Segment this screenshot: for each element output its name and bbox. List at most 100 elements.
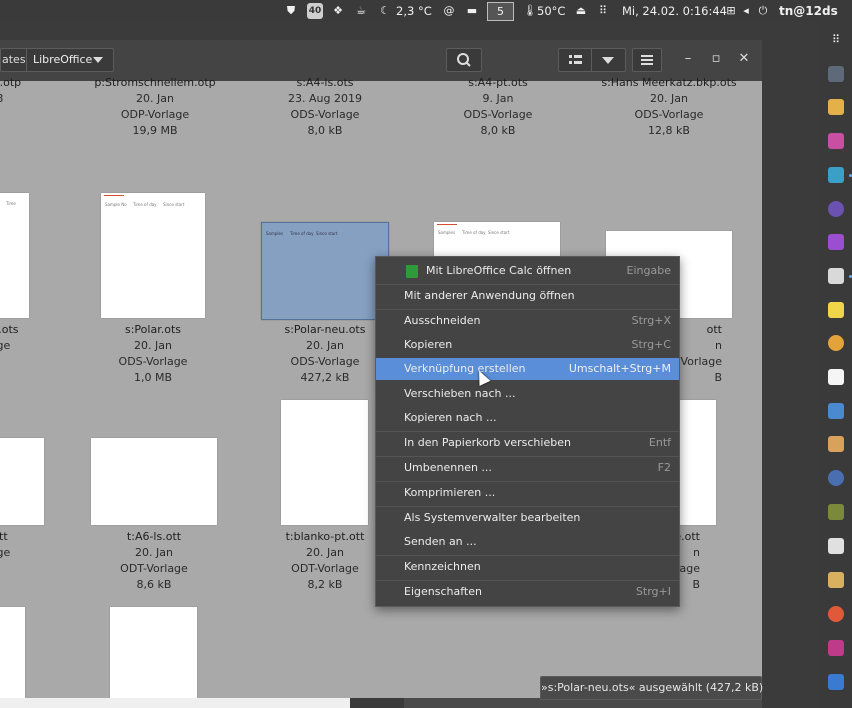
- breadcrumb-parent[interactable]: ates: [1, 49, 26, 71]
- menu-item-send-to[interactable]: Senden an ...: [376, 531, 679, 553]
- file-thumbnail[interactable]: Sample No Time of day Since start: [101, 193, 205, 318]
- file-thumbnail[interactable]: [0, 438, 44, 525]
- menu-item-open-calc[interactable]: Mit LibreOffice Calc öffnen Eingabe: [376, 260, 679, 282]
- top-panel: ⛊ 40 ❖ ☕ ☾ 2,3 °C @ ▬ 5 🌡 50°C ⏏ ⠿ Mi, 2…: [0, 0, 852, 22]
- moon-icon[interactable]: ☾: [378, 3, 392, 19]
- editor-icon[interactable]: [828, 133, 844, 149]
- file-item[interactable]: s:Hans Meerkatz.bkp.ots 20. Jan ODS-Vorl…: [594, 75, 744, 139]
- dropbox-icon[interactable]: ❖: [331, 3, 345, 19]
- file-type: ODS-Vorlage: [463, 108, 533, 121]
- menu-item-trash[interactable]: In den Papierkorb verschieben Entf: [376, 432, 679, 454]
- file-thumbnail[interactable]: [91, 438, 217, 525]
- menu-item-label: Ausschneiden: [404, 314, 481, 327]
- archive-icon[interactable]: [828, 436, 844, 452]
- menu-item-label: Eigenschaften: [404, 585, 482, 598]
- maximize-icon[interactable]: ▫: [708, 51, 724, 67]
- flower-icon[interactable]: [828, 640, 844, 656]
- power-icon[interactable]: ⏻: [756, 3, 770, 19]
- file-item[interactable]: atz.ots age: [0, 322, 75, 354]
- file-type: ODS-Vorlage: [118, 355, 188, 368]
- eject-icon[interactable]: ⏏: [574, 3, 588, 19]
- menu-item-label: Verknüpfung erstellen: [404, 362, 526, 375]
- menu-item-shortcut: Umschalt+Strg+M: [568, 362, 671, 375]
- calculator-icon[interactable]: [828, 538, 844, 554]
- user-name[interactable]: tn@12ds: [779, 3, 838, 19]
- updates-badge[interactable]: 40: [307, 3, 323, 19]
- file-item[interactable]: t:A6-ls.ott 20. Jan ODT-Vorlage 8,6 kB: [79, 529, 229, 593]
- file-date: 20. Jan: [135, 546, 173, 559]
- menu-item-create-link[interactable]: Verknüpfung erstellen Umschalt+Strg+M: [376, 358, 679, 380]
- file-item[interactable]: s:Polar.ots 20. Jan ODS-Vorlage 1,0 MB: [78, 322, 228, 386]
- teapot-icon[interactable]: [828, 335, 844, 351]
- menu-item-open-with[interactable]: Mit anderer Anwendung öffnen: [376, 285, 679, 307]
- thumb-text: Samples: [266, 231, 284, 236]
- bug-icon[interactable]: [828, 504, 844, 520]
- network-icon[interactable]: ⊞: [724, 3, 738, 19]
- workspace-indicator[interactable]: 5: [487, 2, 514, 21]
- file-size: 8,0 kB: [480, 124, 516, 137]
- keyboard-icon[interactable]: [828, 674, 844, 690]
- coffee-icon[interactable]: ☕: [354, 3, 368, 19]
- menu-item-label: Als Systemverwalter bearbeiten: [404, 511, 581, 524]
- file-item[interactable]: ott age: [0, 529, 75, 561]
- menu-item-compress[interactable]: Komprimieren ...: [376, 482, 679, 504]
- file-thumbnail-selected[interactable]: Samples Time of day Since start: [261, 222, 389, 320]
- apps-grid-icon[interactable]: ⠿: [596, 3, 610, 19]
- menu-item-copy[interactable]: Kopieren Strg+C: [376, 334, 679, 356]
- chevron-down-icon[interactable]: [93, 57, 103, 63]
- dock-grid-icon[interactable]: ⠿: [829, 32, 843, 48]
- ruler-icon[interactable]: [828, 572, 844, 588]
- menu-item-admin-edit[interactable]: Als Systemverwalter bearbeiten: [376, 507, 679, 529]
- chat-icon[interactable]: ▬: [465, 3, 479, 19]
- text-icon[interactable]: [828, 268, 844, 284]
- terminal-icon[interactable]: [828, 66, 844, 82]
- menu-item-label: Senden an ...: [404, 535, 477, 548]
- weather-temperature[interactable]: 2,3 °C: [396, 3, 432, 19]
- file-thumbnail[interactable]: Time: [0, 193, 29, 318]
- file-thumbnail[interactable]: [281, 400, 368, 525]
- menu-item-properties[interactable]: Eigenschaften Strg+I: [376, 581, 679, 603]
- file-type: age: [0, 339, 11, 352]
- color-picker-icon[interactable]: [828, 606, 844, 622]
- notes-icon[interactable]: [828, 302, 844, 318]
- file-item[interactable]: p:Stromschnellem.otp 20. Jan ODP-Vorlage…: [80, 75, 230, 139]
- list-view-icon[interactable]: [559, 49, 591, 71]
- shield-icon[interactable]: ⛊: [284, 3, 298, 19]
- thumb-header-line: [104, 195, 124, 196]
- file-name: p:Stromschnellem.otp: [94, 76, 216, 89]
- cpu-temperature[interactable]: 50°C: [537, 3, 565, 19]
- menu-item-label: Kennzeichnen: [404, 560, 481, 573]
- calendar-icon[interactable]: [828, 99, 844, 115]
- file-item[interactable]: s:A4-ls.ots 23. Aug 2019 ODS-Vorlage 8,0…: [250, 75, 400, 139]
- menu-button[interactable]: [632, 48, 662, 72]
- menu-item-cut[interactable]: Ausschneiden Strg+X: [376, 310, 679, 332]
- clock[interactable]: Mi, 24.02. 0:16:44: [622, 3, 727, 19]
- font-viewer-icon[interactable]: [828, 201, 844, 217]
- file-thumbnail[interactable]: [110, 607, 197, 698]
- menu-item-label: Kopieren nach ...: [404, 411, 497, 424]
- menu-item-copy-to[interactable]: Kopieren nach ...: [376, 407, 679, 429]
- document-icon[interactable]: [828, 369, 844, 385]
- image-viewer-icon[interactable]: [828, 403, 844, 419]
- file-date: 20. Jan: [650, 92, 688, 105]
- breadcrumb-separator: [26, 49, 27, 71]
- close-icon[interactable]: ✕: [736, 51, 752, 67]
- menu-item-rename[interactable]: Umbenennen ... F2: [376, 457, 679, 479]
- file-thumbnail[interactable]: [678, 400, 716, 525]
- file-thumbnail[interactable]: [0, 607, 25, 698]
- network-manager-icon[interactable]: [828, 167, 844, 183]
- menu-item-move-to[interactable]: Verschieben nach ...: [376, 383, 679, 405]
- breadcrumb-current[interactable]: LibreOffice: [33, 49, 92, 71]
- file-item[interactable]: nen.otp 3: [0, 75, 75, 107]
- context-menu: Mit LibreOffice Calc öffnen Eingabe Mit …: [375, 256, 680, 607]
- chevron-down-icon[interactable]: [592, 49, 624, 71]
- globe-icon[interactable]: [828, 470, 844, 486]
- menu-item-tag[interactable]: Kennzeichnen: [376, 556, 679, 578]
- volume-icon[interactable]: ◂: [739, 3, 753, 19]
- minimize-icon[interactable]: –: [680, 51, 696, 67]
- file-item[interactable]: s:A4-pt.ots 9. Jan ODS-Vorlage 8,0 kB: [423, 75, 573, 139]
- file-type: ODT-Vorlage: [120, 562, 188, 575]
- at-icon[interactable]: @: [442, 3, 456, 19]
- apps-icon[interactable]: [828, 234, 844, 250]
- search-button[interactable]: [446, 48, 482, 72]
